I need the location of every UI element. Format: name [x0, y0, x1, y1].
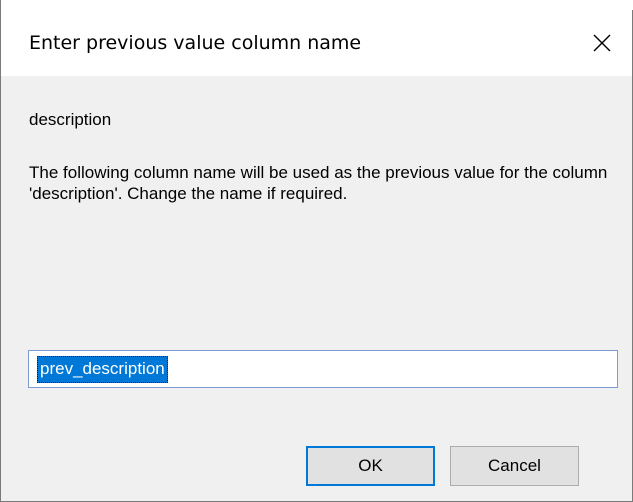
window-top-strip — [1, 0, 633, 10]
dialog-title: Enter previous value column name — [29, 32, 362, 54]
selected-input-text[interactable]: prev_description — [37, 355, 168, 383]
close-button[interactable] — [572, 10, 632, 76]
dialog-window: Enter previous value column name descrip… — [0, 0, 633, 502]
close-icon — [593, 34, 611, 52]
previous-value-name-input[interactable]: prev_description — [28, 350, 618, 388]
ok-button[interactable]: OK — [306, 446, 435, 486]
column-name-label: description — [29, 110, 112, 129]
cancel-button[interactable]: Cancel — [450, 446, 579, 486]
title-bar[interactable]: Enter previous value column name — [1, 10, 632, 76]
explanation-text: The following column name will be used a… — [29, 163, 608, 203]
